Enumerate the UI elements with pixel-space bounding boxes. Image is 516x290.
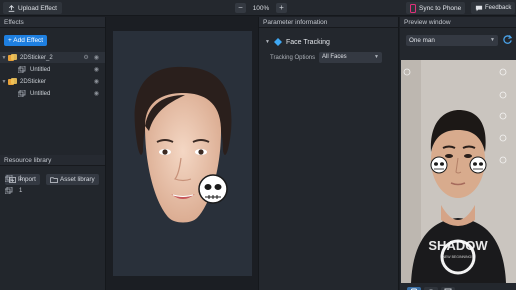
zoom-control: − 100% + bbox=[235, 3, 287, 13]
skull-sticker bbox=[198, 174, 228, 204]
effects-panel: Effects + Add Effect ▼ 2DSticker_2 ⚙ ◉ Un… bbox=[0, 17, 106, 290]
chevron-down-icon: ▼ bbox=[490, 37, 495, 43]
caret-down-icon[interactable]: ▼ bbox=[265, 39, 270, 45]
eye-icon[interactable]: ◉ bbox=[94, 90, 99, 97]
sync-to-phone-button[interactable]: Sync to Phone bbox=[406, 2, 466, 14]
skull-sticker-left bbox=[430, 156, 448, 174]
add-effect-button[interactable]: + Add Effect bbox=[4, 35, 48, 46]
face-tracking-icon bbox=[273, 38, 282, 46]
chevron-down-icon: ▼ bbox=[374, 54, 379, 60]
resource-item[interactable]: 1 bbox=[5, 175, 22, 182]
eye-icon[interactable]: ◉ bbox=[94, 78, 99, 85]
effects-title: Effects bbox=[0, 17, 105, 28]
preview-preset-value: One man bbox=[409, 37, 435, 44]
tree-item-2dsticker[interactable]: ▼ 2DSticker ◉ bbox=[0, 76, 105, 87]
tree-item-untitled[interactable]: Untitled ◉ bbox=[0, 88, 105, 99]
top-toolbar: Upload Effect − 100% + Sync to Phone Fee… bbox=[0, 0, 516, 16]
resource-item-label: 1 bbox=[19, 187, 23, 194]
tree-item-label: 2DSticker_2 bbox=[20, 54, 53, 61]
layer-icon bbox=[18, 90, 26, 97]
resource-library-title: Resource library bbox=[0, 155, 105, 166]
zoom-level: 100% bbox=[252, 4, 270, 12]
feedback-label: Feedback bbox=[485, 5, 512, 11]
zoom-in-button[interactable]: + bbox=[276, 3, 287, 13]
asset-library-button[interactable]: Asset library bbox=[46, 174, 99, 185]
preview-title: Preview window bbox=[400, 17, 516, 28]
skull-sticker-right bbox=[469, 156, 487, 174]
feedback-button[interactable]: Feedback bbox=[471, 2, 516, 14]
face-tracking-label: Face Tracking bbox=[285, 38, 330, 46]
eye-icon[interactable]: ◉ bbox=[94, 66, 99, 73]
tree-item-label: Untitled bbox=[30, 66, 51, 73]
zoom-out-button[interactable]: − bbox=[235, 3, 246, 13]
resource-item[interactable]: 1 bbox=[5, 187, 22, 194]
tree-item-label: 2DSticker bbox=[20, 78, 47, 85]
resource-item-label: 1 bbox=[19, 175, 23, 182]
upload-effect-label: Upload Effect bbox=[18, 4, 57, 12]
eye-icon[interactable]: ◉ bbox=[94, 54, 99, 61]
sticker-icon bbox=[8, 77, 17, 85]
asset-library-icon bbox=[50, 176, 58, 183]
refresh-icon[interactable] bbox=[502, 34, 513, 45]
face-tracking-header[interactable]: ▼ Face Tracking bbox=[265, 38, 330, 46]
upload-effect-button[interactable]: Upload Effect bbox=[3, 2, 62, 14]
layer-icon bbox=[18, 66, 26, 73]
upload-icon bbox=[8, 4, 15, 12]
face-preview-image bbox=[134, 66, 232, 223]
editor-canvas[interactable] bbox=[113, 31, 252, 276]
tree-item-2dsticker-2[interactable]: ▼ 2DSticker_2 ⚙ ◉ bbox=[0, 52, 105, 63]
preview-panel: Preview window One man ▼ SHADOW NEW BEGI… bbox=[400, 17, 516, 290]
feedback-icon bbox=[475, 5, 483, 11]
shirt-subtext: NEW BEGINNINGS bbox=[442, 255, 474, 259]
caret-down-icon[interactable]: ▼ bbox=[0, 55, 8, 61]
layer-icon bbox=[5, 175, 13, 182]
preview-person-image: SHADOW NEW BEGINNINGS bbox=[401, 60, 516, 283]
tracking-options-label: Tracking Options bbox=[270, 55, 316, 61]
tree-item-untitled[interactable]: Untitled ◉ bbox=[0, 64, 105, 75]
caret-down-icon[interactable]: ▼ bbox=[0, 79, 8, 85]
preview-preset-select[interactable]: One man ▼ bbox=[406, 35, 498, 46]
layer-icon bbox=[5, 187, 13, 194]
parameter-panel: Parameter information ▼ Face Tracking Tr… bbox=[258, 17, 399, 290]
camera-preview: SHADOW NEW BEGINNINGS bbox=[401, 60, 516, 283]
sticker-icon bbox=[8, 53, 17, 61]
parameter-title: Parameter information bbox=[259, 17, 398, 28]
tree-item-label: Untitled bbox=[30, 90, 51, 97]
tracking-options-select[interactable]: All Faces ▼ bbox=[319, 52, 382, 63]
sync-to-phone-label: Sync to Phone bbox=[419, 4, 462, 12]
tracking-options-value: All Faces bbox=[322, 54, 347, 60]
editor-canvas-area bbox=[107, 17, 257, 290]
asset-library-label: Asset library bbox=[60, 176, 95, 183]
settings-icon[interactable]: ⚙ bbox=[83, 54, 88, 61]
phone-icon bbox=[410, 3, 416, 13]
